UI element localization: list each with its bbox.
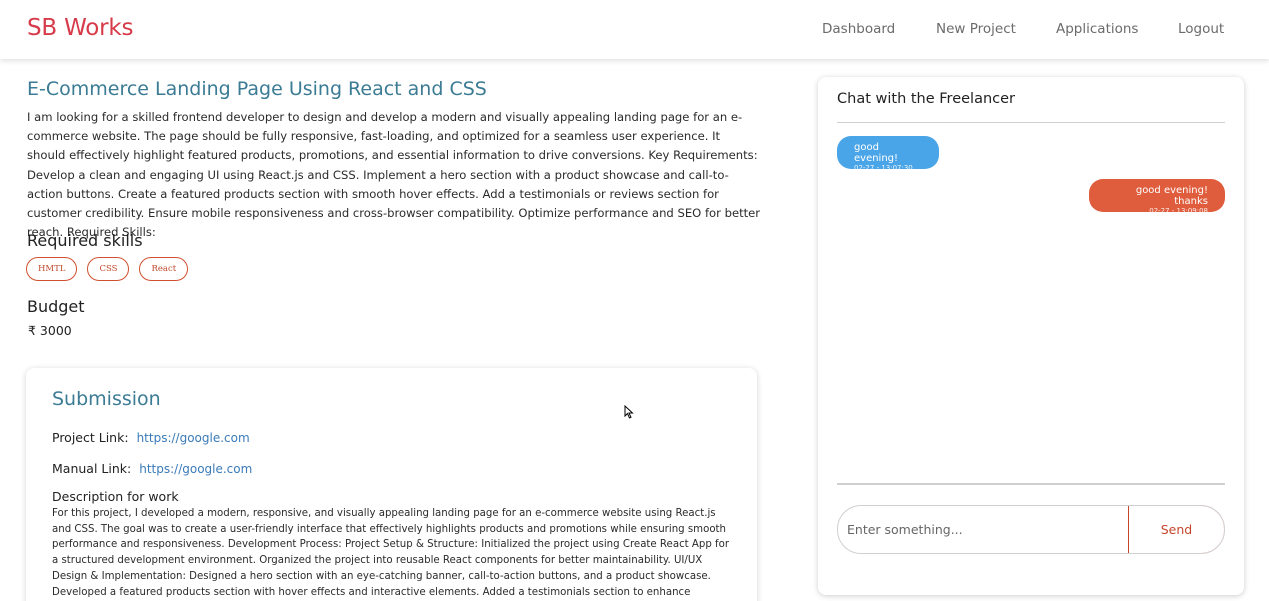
nav-link-logout[interactable]: Logout: [1178, 21, 1224, 37]
budget-value: ₹ 3000: [28, 323, 72, 338]
manual-link-row: Manual Link: https://google.com: [52, 461, 252, 476]
manual-link-label: Manual Link:: [52, 461, 132, 476]
submission-title: Submission: [52, 388, 161, 410]
manual-link[interactable]: https://google.com: [139, 462, 252, 476]
chat-message-outgoing: good evening! thanks 02-27 - 13:09:08: [1089, 179, 1225, 215]
project-link[interactable]: https://google.com: [137, 431, 250, 445]
chat-panel: Chat with the Freelancer good evening! 0…: [818, 77, 1244, 595]
message-timestamp: 02-27 - 13:09:08: [1149, 207, 1208, 215]
top-navbar: SB Works Dashboard New Project Applicati…: [0, 0, 1269, 59]
budget-heading: Budget: [27, 297, 85, 316]
skill-pill-css: CSS: [87, 257, 130, 281]
project-description: I am looking for a skilled frontend deve…: [27, 110, 761, 240]
nav-link-applications[interactable]: Applications: [1056, 21, 1138, 37]
send-button[interactable]: Send: [1128, 506, 1224, 553]
work-description-label: Description for work: [52, 489, 179, 504]
chat-message-input[interactable]: [838, 506, 1128, 553]
chat-message-incoming: good evening! 02-27 - 13:07:30: [837, 136, 939, 172]
mouse-cursor-icon: [624, 405, 634, 419]
skill-pill-html: HMTL: [26, 257, 78, 281]
work-description: For this project, I developed a modern, …: [52, 508, 730, 598]
skills-list: HMTL CSS React: [26, 257, 189, 281]
project-title: E-Commerce Landing Page Using React and …: [27, 78, 487, 100]
chat-input-divider: [837, 483, 1225, 485]
project-link-row: Project Link: https://google.com: [52, 430, 250, 445]
message-timestamp: 02-27 - 13:07:30: [854, 164, 913, 172]
nav-link-dashboard[interactable]: Dashboard: [822, 21, 895, 37]
project-link-label: Project Link:: [52, 430, 129, 445]
message-text: good evening!: [854, 142, 899, 164]
message-text: good evening! thanks: [1135, 185, 1208, 207]
chat-compose-bar: Send: [837, 505, 1225, 554]
brand-logo-text[interactable]: SB Works: [27, 15, 134, 41]
submission-card: Submission Project Link: https://google.…: [26, 368, 757, 601]
required-skills-heading: Required skills: [27, 231, 143, 250]
chat-divider: [837, 122, 1225, 123]
chat-title: Chat with the Freelancer: [837, 91, 1016, 107]
nav-link-new-project[interactable]: New Project: [936, 21, 1016, 37]
skill-pill-react: React: [139, 257, 189, 281]
